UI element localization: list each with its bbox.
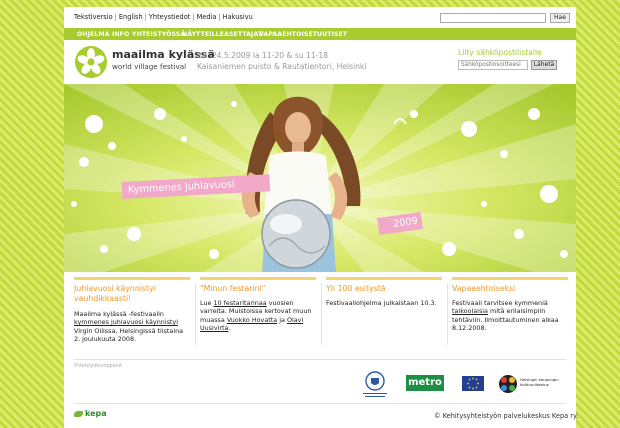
nav-item-info[interactable]: INFO [112,31,129,38]
column-body: Festivaaliohjelma julkaistaan 10.3. [326,299,437,307]
site-logo-subtitle: world village festival [112,62,187,71]
mailing-submit-button[interactable]: Lähetä [531,60,557,70]
column-divider [447,283,448,345]
column-rule [74,277,190,280]
search-input[interactable] [440,13,546,23]
column-title[interactable]: "Minun festarini" [200,284,316,294]
hero-banner: Kymmenes juhlavuosi 2009 [64,84,576,272]
event-place: Kaisaniemen puisto & Rautatientori, Hels… [197,62,367,71]
column-body: Festivaali tarvitsee kymmeniä talkoolais… [452,299,559,333]
culture-centre-logo-icon[interactable] [498,374,518,394]
page: Tekstiversio | English | Yhteystiedot | Media |… [64,7,579,428]
nav-item-news[interactable]: UUTISET [317,31,347,38]
flower-logo-icon[interactable] [74,45,108,79]
main-nav: OHJELMA INFO YHTEISTYÖSSÄ NÄYTTEILLEASET… [64,28,576,40]
column-body: Maailma kylässä -festivaalin kymmenes ju… [74,310,184,344]
nav-item-cooperation[interactable]: YHTEISTYÖSSÄ [132,31,185,38]
sponsors-label: Yhteistyökumppanit [74,364,122,369]
news-column-3: Yli 100 esitystä Festivaaliohjelma julka… [326,277,442,349]
column-rule [452,277,568,280]
link-contacts[interactable]: Yhteystiedot [149,13,190,21]
site-header: maailma kylässä world village festival 2… [64,40,576,90]
link-english[interactable]: English [119,13,143,21]
email-field[interactable]: Sähköpostiosoitteesi [458,60,528,70]
person-link-hovatta[interactable]: Vuokko Hovatta [227,316,277,324]
link-media[interactable]: Media [197,13,217,21]
divider [74,359,566,360]
copyright: © Kehitysyhteistyön palvelukeskus Kepa r… [434,412,579,420]
column-rule [326,277,442,280]
event-dates: 23.-24.5.2009 la 11-20 & su 11-18 [197,51,329,60]
hero-image [64,84,576,272]
mailing-list-title: Liity sähköpostilistalle [458,48,542,57]
column-divider [321,283,322,345]
stories-link[interactable]: 10 festaritarinaa [213,299,266,307]
column-title[interactable]: Juhlavuosi käynnistyi vauhdikkaasti! [74,284,190,303]
column-divider [195,283,196,345]
link-text-version[interactable]: Tekstiversio [74,13,113,21]
utility-bar: Tekstiversio | English | Yhteystiedot | Media |… [64,7,576,27]
search-button[interactable]: Hae [550,13,570,23]
link-search-page[interactable]: Hakusivu [223,13,253,21]
volunteers-link[interactable]: talkoolaisia [452,307,488,315]
divider [74,403,566,404]
utility-links: Tekstiversio | English | Yhteystiedot | Media |… [74,13,253,21]
leaf-icon [74,410,83,417]
culture-centre-label: Helsingin kaupungin kulttuurikeskus [520,377,559,387]
nav-item-program[interactable]: OHJELMA [77,31,110,38]
ministry-crest-logo[interactable] [360,369,390,399]
kepa-logo[interactable]: kepa [74,409,107,418]
metro-logo[interactable]: metro [406,375,444,391]
column-title[interactable]: Yli 100 esitystä [326,284,442,294]
nav-item-volunteers[interactable]: VAPAAEHTOISET [259,31,317,38]
news-column-2: "Minun festarini" Lue 10 festaritarinaa … [200,277,316,349]
nav-item-exhibitors[interactable]: NÄYTTEILLEASETTAJAT [182,31,262,38]
column-body: Lue 10 festaritarinaa vuosien varrelta. … [200,299,312,333]
news-column-4: Vapaaehtoiseksi Festivaali tarvitsee kym… [452,277,568,349]
column-rule [200,277,316,280]
column-title[interactable]: Vapaaehtoiseksi [452,284,568,294]
news-column-1: Juhlavuosi käynnistyi vauhdikkaasti! Maa… [74,277,190,349]
eu-flag-icon[interactable] [462,376,484,391]
jubilee-link[interactable]: kymmenes juhlavuosi käynnistyi [74,318,178,326]
news-columns: Juhlavuosi käynnistyi vauhdikkaasti! Maa… [64,277,576,349]
